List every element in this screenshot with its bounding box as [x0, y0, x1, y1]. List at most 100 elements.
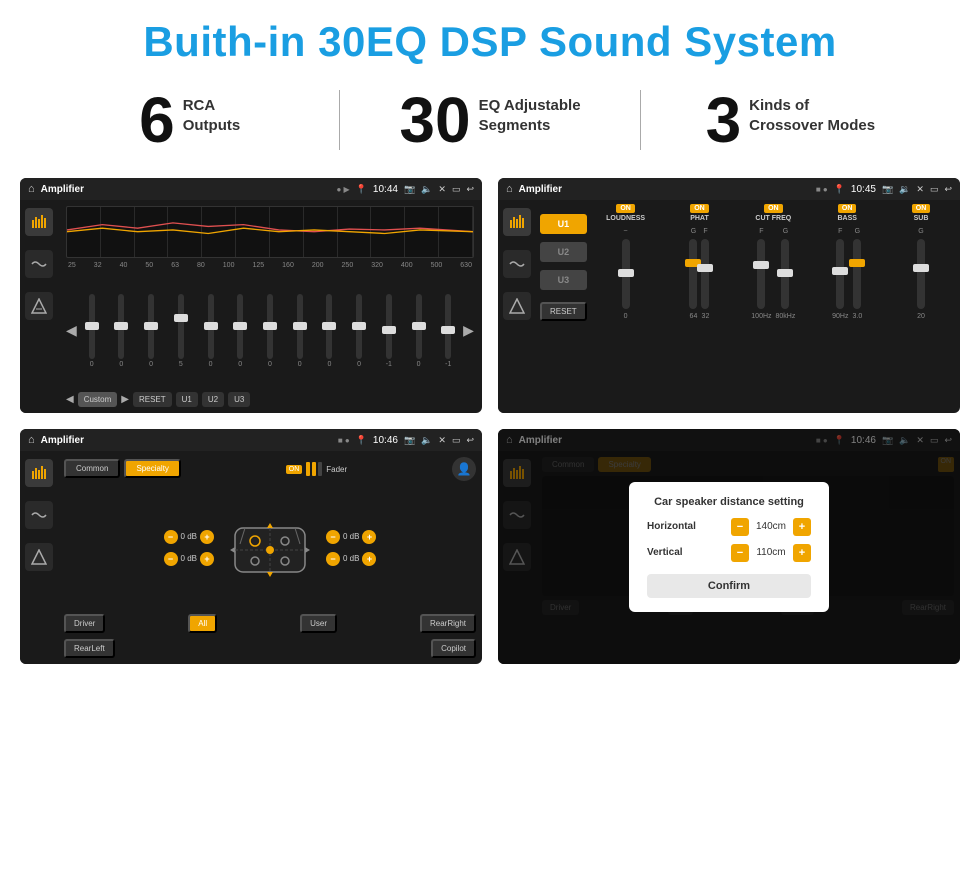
- status-title-1: Amplifier: [41, 184, 331, 195]
- u2-inactive-btn[interactable]: U2: [540, 242, 587, 262]
- slider-track[interactable]: [148, 294, 154, 359]
- phat-thumb-f[interactable]: [697, 264, 713, 272]
- slider-val: 0: [238, 361, 242, 368]
- eq-next-icon[interactable]: ▶: [463, 322, 474, 339]
- amp-side-icon-2[interactable]: [503, 250, 531, 278]
- vertical-plus-btn[interactable]: +: [793, 544, 811, 562]
- eq-side-icon-1[interactable]: [25, 208, 53, 236]
- horizontal-plus-btn[interactable]: +: [793, 518, 811, 536]
- status-dots-3: ■ ●: [338, 436, 350, 445]
- slider-thumb[interactable]: [441, 326, 455, 334]
- eq-side-icons: [20, 200, 58, 413]
- common-tab[interactable]: Common: [64, 459, 120, 478]
- bass-slider-f[interactable]: [836, 239, 844, 309]
- slider-track[interactable]: [267, 294, 273, 359]
- phat-slider-f[interactable]: [701, 239, 709, 309]
- crossover-side-icon-3[interactable]: [25, 543, 53, 571]
- slider-track[interactable]: [178, 294, 184, 359]
- eq-left-arrow[interactable]: ◀: [66, 394, 74, 405]
- slider-thumb[interactable]: [293, 322, 307, 330]
- confirm-button[interactable]: Confirm: [647, 574, 811, 598]
- vertical-minus-btn[interactable]: −: [731, 544, 749, 562]
- plus-btn-fr[interactable]: +: [362, 530, 376, 544]
- rearleft-btn[interactable]: RearLeft: [64, 639, 115, 658]
- sub-thumb-g[interactable]: [913, 264, 929, 272]
- slider-track[interactable]: [237, 294, 243, 359]
- cutfreq-thumb-f[interactable]: [753, 261, 769, 269]
- all-btn[interactable]: All: [188, 614, 217, 633]
- loudness-label: LOUDNESS: [606, 215, 645, 222]
- slider-thumb[interactable]: [352, 322, 366, 330]
- rearright-btn[interactable]: RearRight: [420, 614, 476, 633]
- sub-slider-g[interactable]: [917, 239, 925, 309]
- slider-thumb[interactable]: [382, 326, 396, 334]
- specialty-tab[interactable]: Specialty: [124, 459, 180, 478]
- slider-thumb[interactable]: [204, 322, 218, 330]
- u3-inactive-btn[interactable]: U3: [540, 270, 587, 290]
- u1-active-btn[interactable]: U1: [540, 214, 587, 234]
- slider-thumb[interactable]: [322, 322, 336, 330]
- bass-thumb-f[interactable]: [832, 267, 848, 275]
- u1-button-eq[interactable]: U1: [176, 392, 198, 407]
- plus-btn-rr[interactable]: +: [362, 552, 376, 566]
- slider-thumb[interactable]: [174, 314, 188, 322]
- slider-track[interactable]: [89, 294, 95, 359]
- eq-label: 50: [145, 262, 153, 269]
- slider-thumb[interactable]: [85, 322, 99, 330]
- crossover-side-icon-1[interactable]: [25, 459, 53, 487]
- slider-track[interactable]: [356, 294, 362, 359]
- u2-button-eq[interactable]: U2: [202, 392, 224, 407]
- eq-side-icon-2[interactable]: [25, 250, 53, 278]
- minus-btn-fr[interactable]: −: [326, 530, 340, 544]
- minus-btn-rr[interactable]: −: [326, 552, 340, 566]
- horizontal-minus-btn[interactable]: −: [731, 518, 749, 536]
- eq-label: 250: [342, 262, 354, 269]
- slider-thumb[interactable]: [114, 322, 128, 330]
- amp-controls-area: ON LOUDNESS ~ 0: [591, 204, 956, 409]
- amp-side-icon-3[interactable]: [503, 292, 531, 320]
- copilot-btn[interactable]: Copilot: [431, 639, 476, 658]
- reset-button-eq[interactable]: RESET: [133, 392, 172, 407]
- slider-track[interactable]: [118, 294, 124, 359]
- phat-slider-g[interactable]: [689, 239, 697, 309]
- slider-thumb[interactable]: [144, 322, 158, 330]
- slider-track[interactable]: [208, 294, 214, 359]
- minus-btn-rl[interactable]: −: [164, 552, 178, 566]
- stat-rca: 6 RCAOutputs: [60, 88, 319, 152]
- user-btn[interactable]: User: [300, 614, 337, 633]
- cutfreq-slider-f[interactable]: [757, 239, 765, 309]
- slider-thumb[interactable]: [233, 322, 247, 330]
- x-icon-3: ✕: [438, 435, 446, 446]
- plus-btn-fl[interactable]: +: [200, 530, 214, 544]
- eq-right-arrow[interactable]: ▶: [121, 394, 129, 405]
- phat-on-badge: ON: [690, 204, 709, 213]
- loudness-slider[interactable]: [622, 239, 630, 309]
- reset-amp-btn[interactable]: RESET: [540, 302, 587, 321]
- amp-side-icon-1[interactable]: [503, 208, 531, 236]
- slider-track[interactable]: [326, 294, 332, 359]
- slider-track[interactable]: [386, 294, 392, 359]
- slider-thumb[interactable]: [412, 322, 426, 330]
- driver-btn[interactable]: Driver: [64, 614, 105, 633]
- slider-thumb[interactable]: [263, 322, 277, 330]
- slider-track[interactable]: [297, 294, 303, 359]
- person-btn[interactable]: 👤: [452, 457, 476, 481]
- crossover-side-icon-2[interactable]: [25, 501, 53, 529]
- slider-val: 0: [119, 361, 123, 368]
- plus-btn-rl[interactable]: +: [200, 552, 214, 566]
- cutfreq-thumb-g[interactable]: [777, 269, 793, 277]
- u3-button-eq[interactable]: U3: [228, 392, 250, 407]
- stat-number-rca: 6: [139, 88, 175, 152]
- loudness-thumb[interactable]: [618, 269, 634, 277]
- slider-track[interactable]: [445, 294, 451, 359]
- eq-side-icon-3[interactable]: [25, 292, 53, 320]
- cutfreq-slider-g[interactable]: [781, 239, 789, 309]
- bass-thumb-g[interactable]: [849, 259, 865, 267]
- eq-prev-icon[interactable]: ◀: [66, 322, 77, 339]
- minus-btn-fl[interactable]: −: [164, 530, 178, 544]
- custom-button[interactable]: Custom: [78, 392, 118, 407]
- slider-track[interactable]: [416, 294, 422, 359]
- horizontal-row: Horizontal − 140cm +: [647, 518, 811, 536]
- bass-slider-g[interactable]: [853, 239, 861, 309]
- car-diagram: [220, 508, 320, 588]
